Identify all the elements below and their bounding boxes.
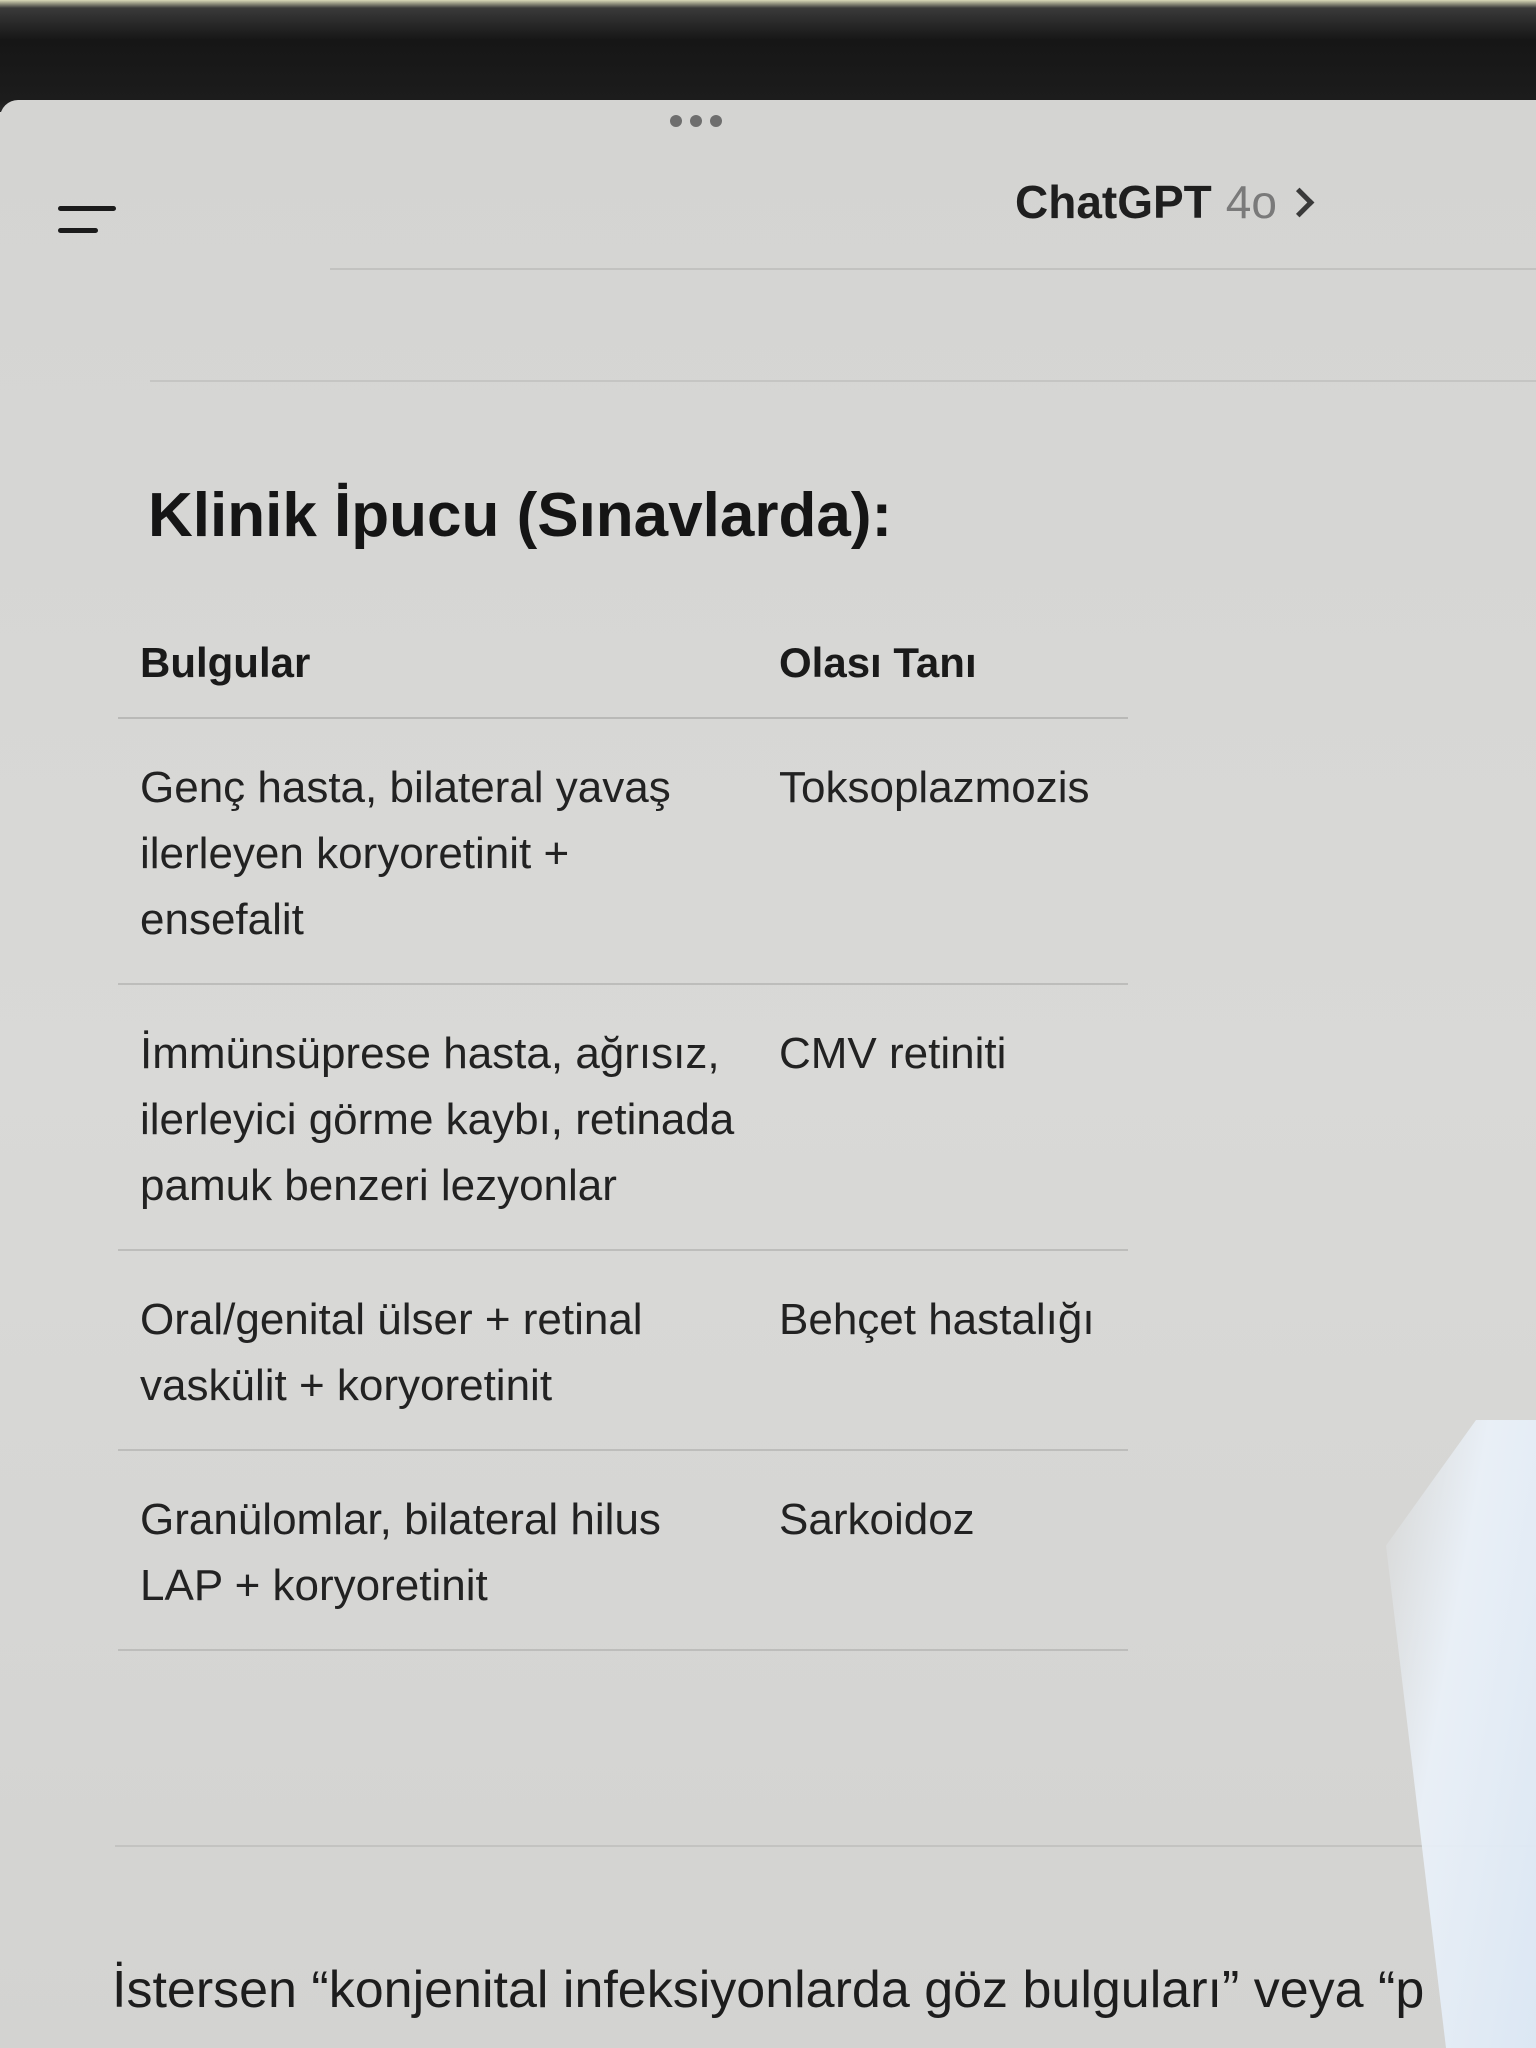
table-header-row: Bulgular Olası Tanı — [118, 625, 1128, 719]
column-header-findings: Bulgular — [118, 625, 757, 719]
findings-cell: Oral/genital ülser + retinal vaskülit + … — [118, 1250, 757, 1451]
section-divider — [150, 380, 1536, 382]
diagnosis-cell: Toksoplazmozis — [757, 718, 1128, 985]
follow-up-message-text: İstersen “konjenital infeksiyonlarda göz… — [112, 1961, 1425, 2019]
model-name: ChatGPT — [1015, 176, 1212, 228]
model-switcher-button[interactable]: ChatGPT 4o — [1015, 175, 1315, 229]
findings-cell: Genç hasta, bilateral yavaş ilerleyen ko… — [118, 718, 757, 985]
findings-cell: Granülomlar, bilateral hilus LAP + koryo… — [118, 1450, 757, 1651]
table-row: Granülomlar, bilateral hilus LAP + koryo… — [118, 1450, 1128, 1651]
model-version: 4o — [1225, 176, 1277, 228]
clinical-clue-table: Bulgular Olası Tanı Genç hasta, bilatera… — [118, 625, 1128, 1651]
diagnosis-cell: Sarkoidoz — [757, 1450, 1128, 1651]
table-row: Oral/genital ülser + retinal vaskülit + … — [118, 1250, 1128, 1451]
device-bezel — [0, 0, 1536, 112]
table-row: İmmünsüprese hasta, ağrısız, ilerleyici … — [118, 984, 1128, 1251]
hamburger-menu-icon[interactable] — [58, 200, 120, 240]
findings-cell: İmmünsüprese hasta, ağrısız, ilerleyici … — [118, 984, 757, 1251]
table-row: Genç hasta, bilateral yavaş ilerleyen ko… — [118, 718, 1128, 985]
menu-bar — [58, 206, 116, 211]
more-dots-icon[interactable] — [670, 115, 722, 127]
diagnosis-cell: CMV retiniti — [757, 984, 1128, 1251]
chevron-right-icon — [1284, 187, 1315, 217]
column-header-diagnosis: Olası Tanı — [757, 625, 1128, 719]
section-title: Klinik İpucu (Sınavlarda): — [148, 481, 893, 550]
message-divider — [115, 1845, 1536, 1847]
menu-bar — [58, 228, 98, 233]
dot — [710, 115, 722, 127]
diagnosis-cell: Behçet hastalığı — [757, 1250, 1128, 1451]
dot — [670, 115, 682, 127]
dot — [690, 115, 702, 127]
header-divider — [330, 268, 1536, 270]
